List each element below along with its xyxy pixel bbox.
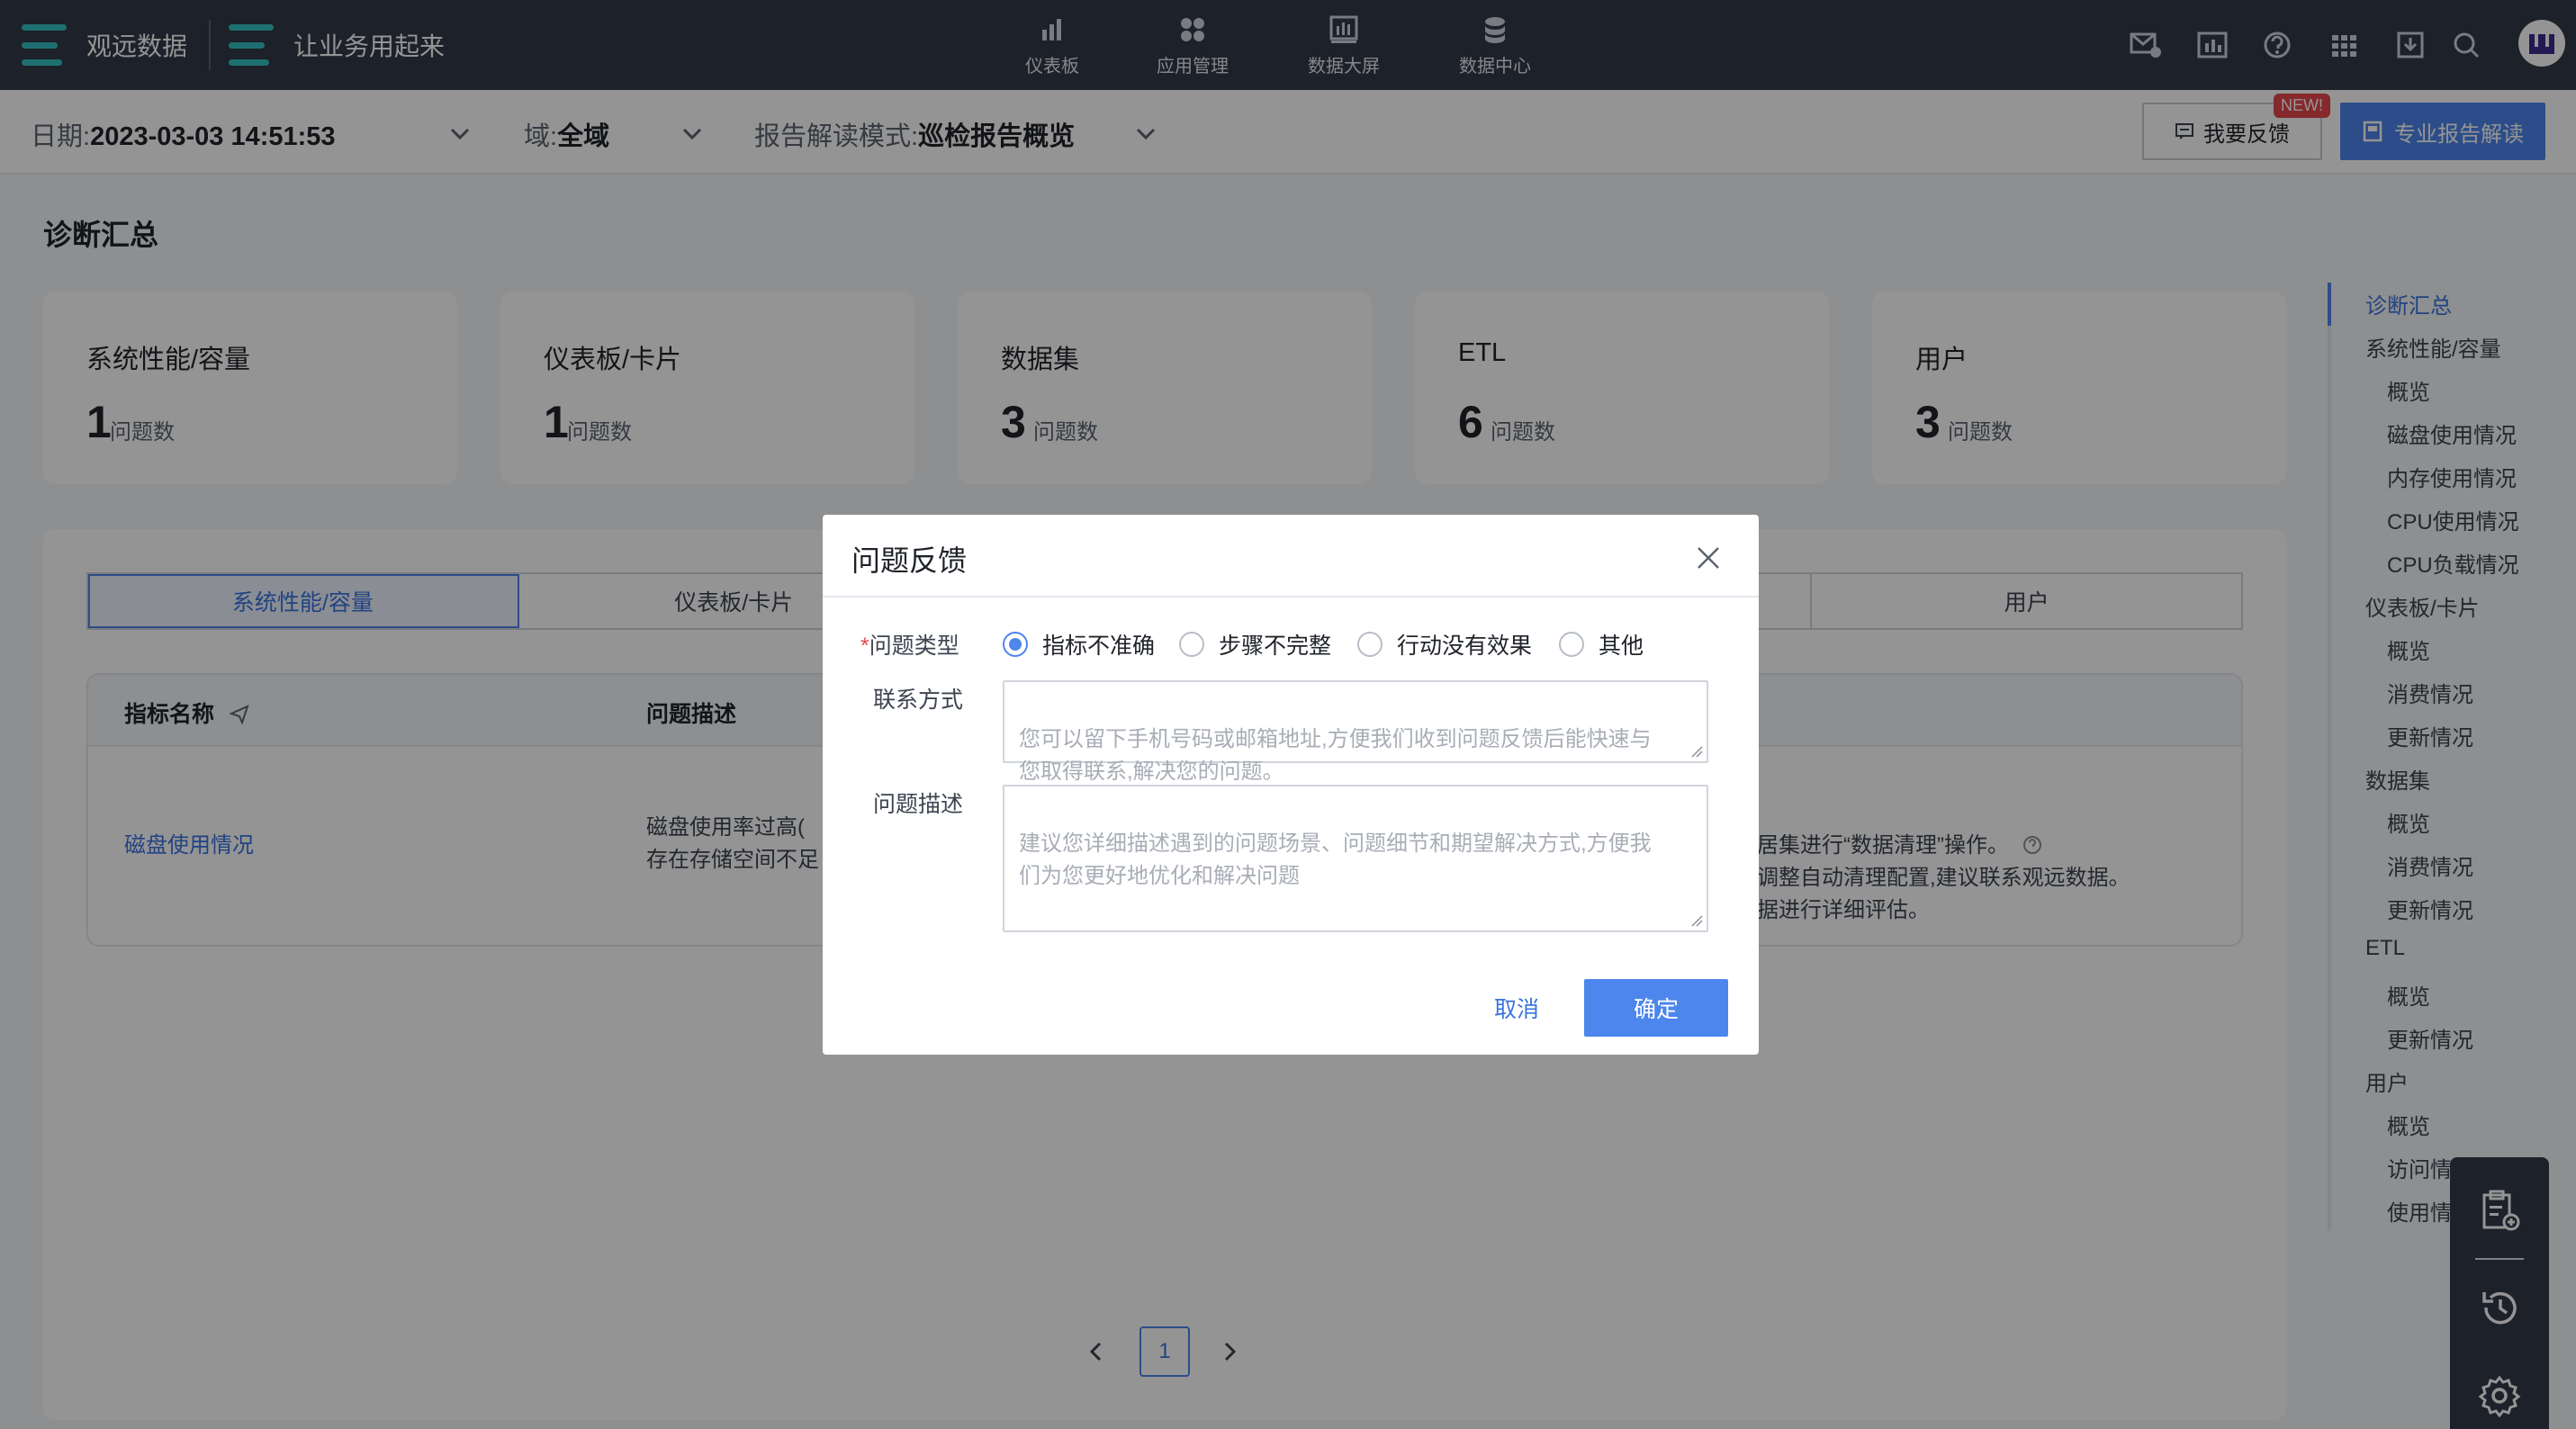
type-label: *问题类型	[860, 628, 959, 661]
dialog-title: 问题反馈	[851, 544, 968, 577]
type-label-text: 问题类型	[869, 634, 959, 659]
contact-placeholder: 您可以留下手机号码或邮箱地址,方便我们收到问题反馈后能快速与 您取得联系,解决您…	[1019, 727, 1652, 784]
radio-other[interactable]: 其他	[1559, 628, 1644, 661]
radio-label: 其他	[1599, 634, 1644, 659]
close-icon[interactable]	[1694, 544, 1723, 572]
desc-label: 问题描述	[873, 792, 964, 817]
resize-handle-icon[interactable]	[1690, 914, 1703, 927]
radio-incomplete-steps[interactable]: 步骤不完整	[1179, 628, 1331, 661]
radio-action-ineffective[interactable]: 行动没有效果	[1357, 628, 1532, 661]
required-mark: *	[860, 634, 869, 659]
radio-inaccurate-metric[interactable]: 指标不准确	[1003, 628, 1155, 661]
desc-input[interactable]: 建议您详细描述遇到的问题场景、问题细节和期望解决方式,方便我 们为您更好地优化和…	[1003, 785, 1708, 932]
feedback-dialog: 问题反馈 *问题类型 指标不准确 步骤不完整 行动没有效果 其他 联系方式 您可…	[823, 515, 1759, 1055]
radio-label: 行动没有效果	[1397, 634, 1533, 659]
radio-label: 指标不准确	[1042, 634, 1156, 659]
cancel-button[interactable]: 取消	[1467, 979, 1566, 1037]
confirm-button[interactable]: 确定	[1584, 979, 1728, 1037]
radio-circle	[1179, 632, 1204, 657]
radio-circle	[1357, 632, 1383, 657]
radio-circle	[1003, 632, 1028, 657]
radio-label: 步骤不完整	[1219, 634, 1332, 659]
desc-placeholder: 建议您详细描述遇到的问题场景、问题细节和期望解决方式,方便我 们为您更好地优化和…	[1019, 831, 1652, 888]
contact-label: 联系方式	[873, 688, 964, 713]
contact-input[interactable]: 您可以留下手机号码或邮箱地址,方便我们收到问题反馈后能快速与 您取得联系,解决您…	[1003, 680, 1708, 784]
resize-handle-icon[interactable]	[1690, 745, 1703, 758]
radio-circle	[1559, 632, 1584, 657]
dialog-divider	[823, 596, 1759, 598]
